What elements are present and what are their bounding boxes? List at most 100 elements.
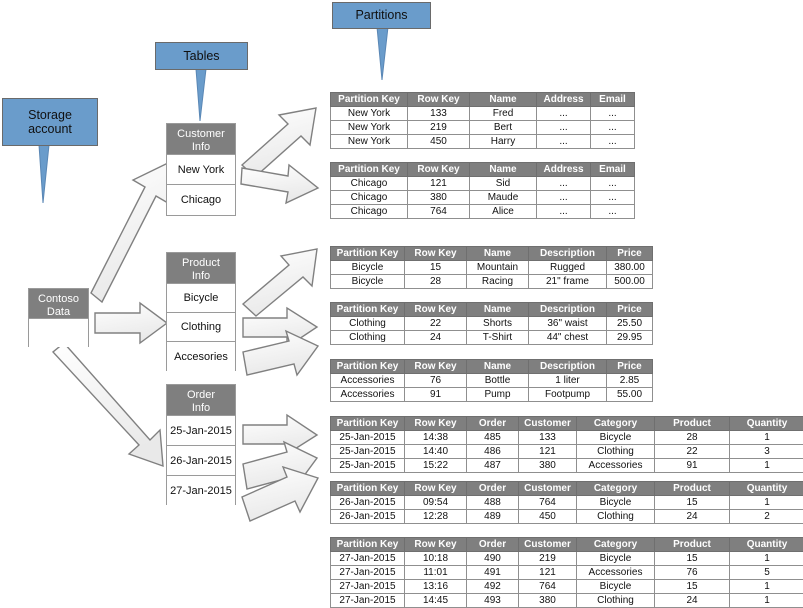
table-row[interactable]: New York450Harry...... — [331, 135, 635, 149]
table-row[interactable]: Clothing24T-Shirt44" chest29.95 — [331, 331, 653, 345]
customer-info-row-new-york[interactable]: New York — [167, 155, 235, 185]
table-cell: ... — [591, 205, 635, 219]
table-cell: T-Shirt — [467, 331, 529, 345]
table-row[interactable]: New York133Fred...... — [331, 107, 635, 121]
table-row[interactable]: Chicago764Alice...... — [331, 205, 635, 219]
table-cell: 764 — [519, 580, 577, 594]
table-cell: 450 — [408, 135, 470, 149]
column-header-row-key: Row Key — [405, 538, 467, 552]
partition-table-25-jan-2015[interactable]: Partition KeyRow KeyOrderCustomerCategor… — [330, 416, 803, 473]
table-cell: 3 — [730, 445, 803, 459]
table-cell: Chicago — [331, 191, 408, 205]
column-header-row-key: Row Key — [405, 360, 467, 374]
table-row[interactable]: Bicycle15MountainRugged380.00 — [331, 261, 653, 275]
table-cell: 14:38 — [405, 431, 467, 445]
table-cell: 25.50 — [607, 317, 653, 331]
table-cell: 27-Jan-2015 — [331, 552, 405, 566]
storage-account-callout-tail — [34, 145, 52, 205]
table-cell: 1 liter — [529, 374, 607, 388]
column-header-row-key: Row Key — [405, 417, 467, 431]
partition-table-bicycle[interactable]: Partition KeyRow KeyNameDescriptionPrice… — [330, 246, 653, 289]
table-cell: 491 — [467, 566, 519, 580]
table-cell: 1 — [730, 594, 803, 608]
partitions-callout-tail — [373, 27, 391, 82]
table-cell: 26-Jan-2015 — [331, 496, 405, 510]
table-row[interactable]: 27-Jan-201510:18490219Bicycle151 — [331, 552, 803, 566]
table-cell: Bicycle — [577, 552, 655, 566]
table-cell: 764 — [519, 496, 577, 510]
table-row[interactable]: Clothing22Shorts36" waist25.50 — [331, 317, 653, 331]
partition-table-chicago[interactable]: Partition KeyRow KeyNameAddressEmailChic… — [330, 162, 635, 219]
table-cell: 15 — [405, 261, 467, 275]
table-cell: Bicycle — [577, 496, 655, 510]
table-cell: 121 — [408, 177, 470, 191]
order-info-row-25-jan-2015[interactable]: 25-Jan-2015 — [167, 416, 235, 446]
column-header-name: Name — [470, 163, 537, 177]
table-row[interactable]: 25-Jan-201514:40486121Clothing223 — [331, 445, 803, 459]
table-cell: Footpump — [529, 388, 607, 402]
customer-info-row-chicago[interactable]: Chicago — [167, 185, 235, 215]
table-cell: 26-Jan-2015 — [331, 510, 405, 524]
column-header-partition-key: Partition Key — [331, 163, 408, 177]
arrow-order-to-25jan — [243, 415, 317, 454]
table-row[interactable]: 27-Jan-201514:45493380Clothing241 — [331, 594, 803, 608]
table-row[interactable]: 26-Jan-201512:28489450Clothing242 — [331, 510, 803, 524]
table-header-row: Partition KeyRow KeyNameAddressEmail — [331, 93, 635, 107]
partition-table-accessories[interactable]: Partition KeyRow KeyNameDescriptionPrice… — [330, 359, 653, 402]
table-row[interactable]: New York219Bert...... — [331, 121, 635, 135]
table-row[interactable]: 27-Jan-201513:16492764Bicycle151 — [331, 580, 803, 594]
column-header-partition-key: Partition Key — [331, 360, 405, 374]
table-row[interactable]: 25-Jan-201515:22487380Accessories911 — [331, 459, 803, 473]
table-row[interactable]: Accessories91PumpFootpump55.00 — [331, 388, 653, 402]
column-header-partition-key: Partition Key — [331, 247, 405, 261]
partition-table-new-york[interactable]: Partition KeyRow KeyNameAddressEmailNew … — [330, 92, 635, 149]
table-header-row: Partition KeyRow KeyOrderCustomerCategor… — [331, 482, 803, 496]
tables-callout-label: Tables — [183, 49, 219, 63]
table-cell: 5 — [730, 566, 803, 580]
column-header-quantity: Quantity — [730, 417, 803, 431]
table-cell: Mountain — [467, 261, 529, 275]
table-row[interactable]: 25-Jan-201514:38485133Bicycle281 — [331, 431, 803, 445]
column-header-order: Order — [467, 417, 519, 431]
table-row[interactable]: Accessories76Bottle1 liter2.85 — [331, 374, 653, 388]
table-cell: 13:16 — [405, 580, 467, 594]
table-row[interactable]: 27-Jan-201511:01491121Accessories765 — [331, 566, 803, 580]
table-row[interactable]: Chicago121Sid...... — [331, 177, 635, 191]
storage-account-box[interactable]: Contoso Data — [28, 288, 89, 347]
table-cell: 380 — [519, 459, 577, 473]
column-header-customer: Customer — [519, 538, 577, 552]
table-row[interactable]: Bicycle28Racing21" frame500.00 — [331, 275, 653, 289]
table-cell: 21" frame — [529, 275, 607, 289]
table-row[interactable]: 26-Jan-201509:54488764Bicycle151 — [331, 496, 803, 510]
table-cell: 22 — [655, 445, 730, 459]
table-cell: Clothing — [331, 331, 405, 345]
product-info-row-bicycle[interactable]: Bicycle — [167, 284, 235, 313]
order-info-row-27-jan-2015[interactable]: 27-Jan-2015 — [167, 476, 235, 506]
table-cell: Bert — [470, 121, 537, 135]
partition-table-27-jan-2015[interactable]: Partition KeyRow KeyOrderCustomerCategor… — [330, 537, 803, 608]
table-header-row: Partition KeyRow KeyNameAddressEmail — [331, 163, 635, 177]
table-box-product-info[interactable]: Product Info Bicycle Clothing Accesories — [166, 252, 236, 371]
column-header-description: Description — [529, 247, 607, 261]
table-box-order-info[interactable]: Order Info 25-Jan-2015 26-Jan-2015 27-Ja… — [166, 384, 236, 505]
table-box-customer-info[interactable]: Customer Info New York Chicago — [166, 123, 236, 216]
partition-table-26-jan-2015[interactable]: Partition KeyRow KeyOrderCustomerCategor… — [330, 481, 803, 524]
order-info-row-26-jan-2015[interactable]: 26-Jan-2015 — [167, 446, 235, 476]
product-info-row-clothing[interactable]: Clothing — [167, 313, 235, 342]
product-info-row-accesories[interactable]: Accesories — [167, 342, 235, 371]
arrow-storage-to-order — [53, 343, 163, 466]
table-cell: 91 — [405, 388, 467, 402]
storage-account-callout: Storage account — [2, 98, 98, 146]
arrow-order-to-27jan — [242, 467, 318, 521]
table-cell: 15 — [655, 496, 730, 510]
table-cell: 28 — [405, 275, 467, 289]
table-cell: 76 — [655, 566, 730, 580]
column-header-email: Email — [591, 93, 635, 107]
customer-info-title-line2: Info — [192, 141, 210, 153]
table-header-row: Partition KeyRow KeyOrderCustomerCategor… — [331, 417, 803, 431]
storage-account-box-title-line2: Data — [47, 306, 70, 318]
column-header-email: Email — [591, 163, 635, 177]
order-info-title-line2: Info — [192, 402, 210, 414]
table-row[interactable]: Chicago380Maude...... — [331, 191, 635, 205]
partition-table-clothing[interactable]: Partition KeyRow KeyNameDescriptionPrice… — [330, 302, 653, 345]
